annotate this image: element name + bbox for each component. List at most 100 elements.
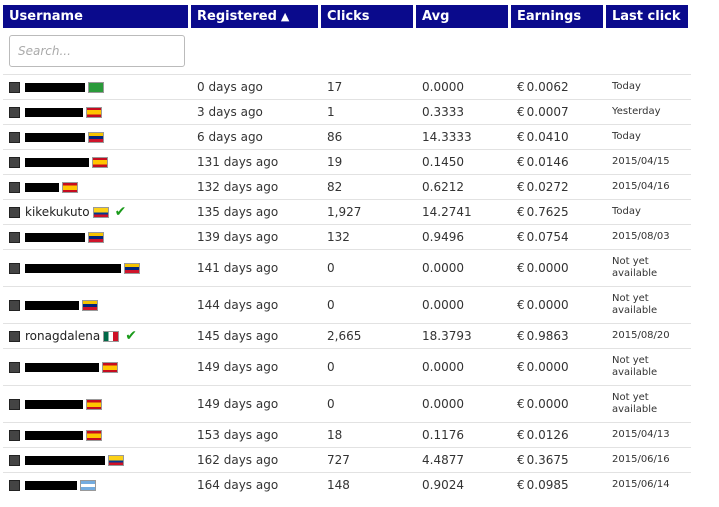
table-row[interactable]: 139 days ago 132 0.9496 €0.0754 2015/08/03 bbox=[3, 224, 691, 249]
row-select-checkbox[interactable] bbox=[9, 131, 20, 143]
clicks-cell: 727 bbox=[321, 447, 416, 472]
empty-cell bbox=[416, 28, 511, 74]
avg-cell: 4.4877 bbox=[416, 447, 511, 472]
table-row[interactable]: 6 days ago 86 14.3333 €0.0410 Today bbox=[3, 124, 691, 149]
clicks-cell: 0 bbox=[321, 348, 416, 385]
currency-symbol: € bbox=[517, 397, 525, 411]
row-select-checkbox[interactable] bbox=[9, 299, 20, 311]
column-header-earnings[interactable]: Earnings bbox=[511, 5, 606, 28]
registered-cell: 149 days ago bbox=[191, 385, 321, 422]
row-select-checkbox[interactable] bbox=[9, 231, 20, 243]
earnings-value: 0.0062 bbox=[526, 80, 569, 94]
clicks-cell: 82 bbox=[321, 174, 416, 199]
currency-symbol: € bbox=[517, 155, 525, 169]
username-group bbox=[9, 106, 185, 118]
row-select-checkbox[interactable] bbox=[9, 106, 20, 118]
row-select-checkbox[interactable] bbox=[9, 81, 20, 93]
earnings-cell: €0.0000 bbox=[511, 249, 606, 286]
currency-symbol: € bbox=[517, 428, 525, 442]
row-select-checkbox[interactable] bbox=[9, 156, 20, 168]
earnings-value: 0.0007 bbox=[526, 105, 569, 119]
table-row[interactable]: 162 days ago 727 4.4877 €0.3675 2015/06/16 bbox=[3, 447, 691, 472]
avg-cell: 18.3793 bbox=[416, 323, 511, 348]
username-group bbox=[9, 299, 185, 311]
row-select-checkbox[interactable] bbox=[9, 361, 20, 373]
column-header-clicks[interactable]: Clicks bbox=[321, 5, 416, 28]
last-click-cell: Not yet available bbox=[606, 249, 691, 286]
row-select-checkbox[interactable] bbox=[9, 454, 20, 466]
username-group bbox=[9, 361, 185, 373]
username-group bbox=[9, 429, 185, 441]
column-header-avg[interactable]: Avg bbox=[416, 5, 511, 28]
row-select-checkbox[interactable] bbox=[9, 330, 20, 342]
flag-venezuela-icon bbox=[124, 262, 140, 274]
table-row[interactable]: 0 days ago 17 0.0000 €0.0062 Today bbox=[3, 74, 691, 99]
table-row[interactable]: kikekukuto ✔ 135 days ago 1,927 14.2741 €0.76… bbox=[3, 199, 691, 224]
last-click-cell: 2015/04/16 bbox=[606, 174, 691, 199]
row-select-checkbox[interactable] bbox=[9, 479, 20, 491]
username-cell bbox=[3, 447, 191, 472]
username-group bbox=[9, 262, 185, 274]
username-group bbox=[9, 181, 185, 193]
redacted-username bbox=[25, 232, 85, 242]
column-header-last-click[interactable]: Last click bbox=[606, 5, 691, 28]
last-click-cell: 2015/04/13 bbox=[606, 422, 691, 447]
redacted-username bbox=[25, 182, 59, 192]
table-row[interactable]: 3 days ago 1 0.3333 €0.0007 Yesterday bbox=[3, 99, 691, 124]
table-row[interactable]: 149 days ago 0 0.0000 €0.0000 Not yet availa… bbox=[3, 348, 691, 385]
verified-check-icon: ✔ bbox=[125, 328, 137, 344]
username-cell bbox=[3, 124, 191, 149]
table-row[interactable]: 153 days ago 18 0.1176 €0.0126 2015/04/13 bbox=[3, 422, 691, 447]
row-select-checkbox[interactable] bbox=[9, 398, 20, 410]
empty-cell bbox=[191, 28, 321, 74]
redacted-username bbox=[25, 107, 83, 117]
table-row[interactable]: 149 days ago 0 0.0000 €0.0000 Not yet availa… bbox=[3, 385, 691, 422]
table-row[interactable]: 131 days ago 19 0.1450 €0.0146 2015/04/15 bbox=[3, 149, 691, 174]
earnings-value: 0.9863 bbox=[526, 329, 569, 343]
avg-cell: 14.2741 bbox=[416, 199, 511, 224]
username-cell bbox=[3, 472, 191, 497]
clicks-cell: 2,665 bbox=[321, 323, 416, 348]
flag-brazil-icon bbox=[88, 81, 104, 93]
earnings-cell: €0.0126 bbox=[511, 422, 606, 447]
username-cell bbox=[3, 422, 191, 447]
username-cell bbox=[3, 249, 191, 286]
column-header-username[interactable]: Username bbox=[3, 5, 191, 28]
currency-symbol: € bbox=[517, 261, 525, 275]
registered-cell: 141 days ago bbox=[191, 249, 321, 286]
table-row[interactable]: 144 days ago 0 0.0000 €0.0000 Not yet availa… bbox=[3, 286, 691, 323]
row-select-checkbox[interactable] bbox=[9, 206, 20, 218]
referrals-table-container: Username Registered ▲ Clicks Avg Earnings… bbox=[0, 0, 719, 507]
table-row[interactable]: 132 days ago 82 0.6212 €0.0272 2015/04/16 bbox=[3, 174, 691, 199]
redacted-username bbox=[25, 82, 85, 92]
username-label[interactable]: kikekukuto bbox=[25, 205, 90, 219]
row-select-checkbox[interactable] bbox=[9, 181, 20, 193]
earnings-cell: €0.0000 bbox=[511, 286, 606, 323]
earnings-cell: €0.0000 bbox=[511, 385, 606, 422]
currency-symbol: € bbox=[517, 130, 525, 144]
last-click-cell: 2015/08/20 bbox=[606, 323, 691, 348]
earnings-cell: €0.0146 bbox=[511, 149, 606, 174]
earnings-value: 0.0754 bbox=[526, 230, 569, 244]
redacted-username bbox=[25, 132, 85, 142]
table-row[interactable]: 164 days ago 148 0.9024 €0.0985 2015/06/14 bbox=[3, 472, 691, 497]
earnings-value: 0.0000 bbox=[526, 298, 569, 312]
currency-symbol: € bbox=[517, 180, 525, 194]
username-group bbox=[9, 454, 185, 466]
clicks-cell: 0 bbox=[321, 385, 416, 422]
table-row[interactable]: 141 days ago 0 0.0000 €0.0000 Not yet availa… bbox=[3, 249, 691, 286]
row-select-checkbox[interactable] bbox=[9, 262, 20, 274]
search-input[interactable] bbox=[9, 35, 185, 67]
column-header-registered[interactable]: Registered ▲ bbox=[191, 5, 321, 28]
table-row[interactable]: ronagdalena ✔ 145 days ago 2,665 18.3793 €0.9… bbox=[3, 323, 691, 348]
earnings-cell: €0.9863 bbox=[511, 323, 606, 348]
currency-symbol: € bbox=[517, 105, 525, 119]
username-group bbox=[9, 131, 185, 143]
earnings-cell: €0.0062 bbox=[511, 74, 606, 99]
last-click-cell: 2015/06/14 bbox=[606, 472, 691, 497]
avg-cell: 0.0000 bbox=[416, 74, 511, 99]
row-select-checkbox[interactable] bbox=[9, 429, 20, 441]
flag-spain-icon bbox=[102, 361, 118, 373]
currency-symbol: € bbox=[517, 453, 525, 467]
username-label[interactable]: ronagdalena bbox=[25, 329, 100, 343]
